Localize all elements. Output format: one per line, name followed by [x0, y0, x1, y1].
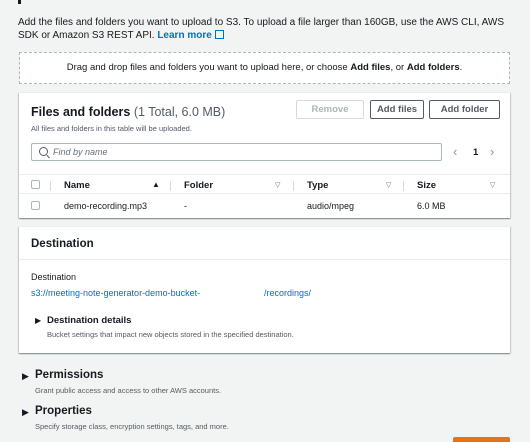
sort-icon[interactable]: ▽: [275, 181, 280, 189]
caret-right-icon[interactable]: ▶: [22, 371, 29, 382]
cell-folder: -: [184, 201, 187, 211]
section-heading-fragment: [18, 0, 28, 4]
search-box: [31, 143, 442, 161]
destination-bucket-link[interactable]: s3://meeting-note-generator-demo-bucket-: [31, 288, 200, 298]
column-header-size[interactable]: Size: [417, 180, 436, 191]
table-row[interactable]: demo-recording.mp3 - audio/mpeg 6.0 MB: [19, 196, 510, 216]
column-divider: [50, 181, 51, 191]
external-link-icon: [214, 30, 224, 39]
destination-details-description: Bucket settings that impact new objects …: [47, 330, 294, 339]
dropzone-add-files-text: Add files: [350, 62, 391, 73]
destination-header: Destination: [19, 226, 510, 260]
files-count: (1 Total, 6.0 MB): [133, 105, 226, 119]
add-files-button[interactable]: Add files: [370, 100, 424, 119]
permissions-description: Grant public access and access to other …: [35, 386, 222, 395]
row-checkbox[interactable]: [31, 201, 40, 210]
destination-details-toggle[interactable]: Destination details: [47, 315, 131, 326]
column-header-type[interactable]: Type: [307, 180, 328, 191]
sort-icon[interactable]: ▽: [490, 181, 495, 189]
intro-description: Add the files and folders you want to up…: [18, 17, 505, 41]
sort-icon[interactable]: ▽: [386, 181, 391, 189]
chevron-left-icon[interactable]: ‹: [453, 145, 457, 158]
cell-type: audio/mpeg: [307, 201, 355, 211]
destination-label: Destination: [31, 272, 77, 282]
dropzone-text-middle: , or: [390, 62, 407, 73]
column-divider: [170, 181, 171, 191]
column-header-folder[interactable]: Folder: [184, 180, 213, 191]
dropzone-add-folders-text: Add folders: [406, 62, 460, 73]
upload-button[interactable]: [453, 437, 510, 442]
files-panel-title: Files and folders (1 Total, 6.0 MB): [31, 105, 226, 119]
properties-description: Specify storage class, encryption settin…: [35, 422, 229, 431]
permissions-title[interactable]: Permissions: [35, 369, 103, 381]
drag-and-drop-zone[interactable]: Drag and drop files and folders you want…: [19, 52, 510, 84]
search-input[interactable]: [53, 144, 433, 160]
select-all-checkbox[interactable]: [31, 180, 40, 189]
table-header: Name ▲ Folder ▽ Type ▽ Size ▽: [19, 174, 510, 194]
files-panel-description: All files and folders in this table will…: [31, 124, 192, 133]
files-and-folders-panel: Files and folders (1 Total, 6.0 MB) All …: [19, 92, 510, 218]
properties-title[interactable]: Properties: [35, 405, 92, 417]
add-folder-button[interactable]: Add folder: [429, 100, 500, 119]
column-header-name[interactable]: Name: [64, 180, 90, 191]
caret-right-icon[interactable]: ▶: [35, 316, 41, 325]
column-divider: [293, 181, 294, 191]
destination-heading: Destination: [31, 238, 94, 250]
sort-ascending-icon[interactable]: ▲: [152, 180, 160, 189]
column-divider: [403, 181, 404, 191]
remove-button[interactable]: Remove: [296, 100, 364, 119]
cell-name: demo-recording.mp3: [64, 201, 148, 211]
learn-more-link[interactable]: Learn more: [157, 30, 224, 41]
destination-path-link[interactable]: /recordings/: [264, 288, 311, 298]
page-number[interactable]: 1: [473, 147, 478, 158]
chevron-right-icon[interactable]: ›: [490, 145, 494, 158]
upload-intro-text: Add the files and folders you want to up…: [18, 16, 518, 42]
caret-right-icon[interactable]: ▶: [22, 407, 29, 418]
cell-size: 6.0 MB: [417, 201, 446, 211]
search-icon: [39, 147, 48, 156]
dropzone-text: Drag and drop files and folders you want…: [66, 62, 351, 73]
dropzone-text-end: .: [459, 62, 463, 73]
destination-panel: Destination Destination s3://meeting-not…: [19, 226, 510, 353]
